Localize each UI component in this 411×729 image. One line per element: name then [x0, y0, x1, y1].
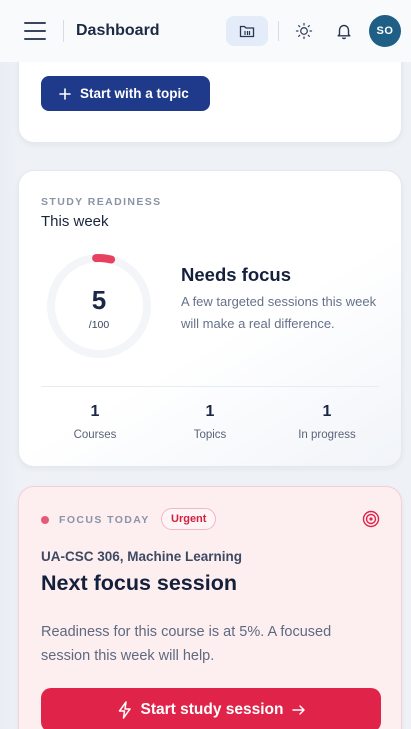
header-divider: [278, 21, 279, 41]
status-dot: [41, 516, 49, 524]
sun-icon: [295, 22, 313, 40]
plus-icon: [59, 87, 71, 100]
menu-icon[interactable]: [24, 22, 46, 40]
readiness-score: 5: [91, 285, 107, 315]
target-icon: [362, 510, 380, 528]
header-divider: [63, 20, 64, 42]
stat-topics: 1 Topics: [155, 403, 265, 441]
readiness-period: This week: [41, 213, 109, 230]
readiness-ring-progress: [92, 254, 116, 264]
stat-courses: 1 Courses: [40, 403, 150, 441]
readiness-score-denominator: /100: [88, 319, 110, 331]
course-name: UA-CSC 306, Machine Learning: [41, 549, 243, 564]
arrow-right-icon: [291, 705, 305, 715]
stat-in-progress: 1 In progress: [272, 403, 382, 441]
page-title: Dashboard: [76, 22, 160, 39]
start-study-session-button[interactable]: Start study session: [41, 688, 381, 729]
background-shade: [0, 62, 18, 729]
readiness-status-description: A few targeted sessions this week will m…: [181, 294, 377, 331]
stat-label: Topics: [193, 429, 227, 441]
notifications-button[interactable]: [329, 16, 359, 46]
start-topic-label: Start with a topic: [80, 86, 189, 101]
stat-label: Courses: [73, 429, 117, 441]
start-topic-button[interactable]: Start with a topic: [41, 76, 210, 111]
theme-toggle-button[interactable]: [289, 16, 319, 46]
folder-icon: [239, 25, 255, 38]
urgent-badge: Urgent: [161, 508, 217, 530]
readiness-eyebrow: STUDY READINESS: [41, 196, 162, 208]
study-readiness-card: STUDY READINESS This week 5 /100 Needs f…: [18, 170, 402, 467]
stat-value: 1: [90, 403, 100, 420]
readiness-status-title: Needs focus: [181, 264, 292, 285]
stat-value: 1: [205, 403, 215, 420]
stat-value: 1: [322, 403, 332, 420]
folder-button[interactable]: [226, 16, 268, 46]
lightning-icon: [118, 701, 131, 719]
focus-title: Next focus session: [41, 571, 237, 595]
focus-description: Readiness for this course is at 5%. A fo…: [41, 624, 332, 664]
avatar[interactable]: SO: [369, 15, 401, 47]
stat-label: In progress: [298, 429, 356, 441]
stats-divider: [41, 386, 379, 387]
focus-eyebrow: FOCUS TODAY: [59, 514, 150, 526]
bell-icon: [337, 24, 351, 40]
focus-today-card: FOCUS TODAY Urgent UA-CSC 306, Machine L…: [18, 486, 402, 729]
start-study-session-label: Start study session: [140, 701, 284, 718]
top-bar: Dashboard SO: [0, 0, 411, 62]
